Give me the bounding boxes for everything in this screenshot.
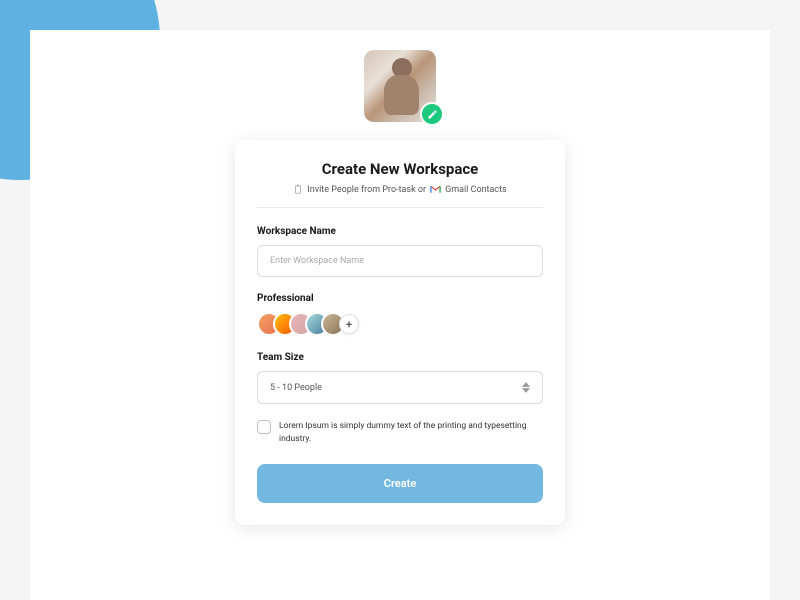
consent-row: Lorem Ipsum is simply dummy text of the … — [257, 420, 543, 446]
create-button[interactable]: Create — [257, 464, 543, 503]
consent-text: Lorem Ipsum is simply dummy text of the … — [279, 420, 543, 446]
member-avatar-stack: + — [257, 312, 543, 336]
team-size-select[interactable]: 5 - 10 People — [257, 371, 543, 404]
chevron-down-icon — [522, 388, 530, 393]
professional-label: Professional — [257, 293, 543, 304]
team-size-label: Team Size — [257, 352, 543, 363]
clipboard-icon — [293, 184, 303, 195]
workspace-name-label: Workspace Name — [257, 226, 543, 237]
card-subtitle: Invite People from Pro-task or Gmail Con… — [257, 184, 543, 208]
professional-group: Professional + — [257, 293, 543, 336]
consent-checkbox[interactable] — [257, 420, 271, 434]
profile-avatar-wrapper — [364, 50, 436, 122]
main-container: Create New Workspace Invite People from … — [0, 0, 800, 525]
subtitle-text-prefix: Invite People from Pro-task or — [307, 185, 426, 195]
pencil-icon — [427, 109, 438, 120]
workspace-name-input[interactable] — [257, 245, 543, 277]
add-member-button[interactable]: + — [339, 314, 359, 334]
subtitle-text-suffix: Gmail Contacts — [445, 185, 507, 195]
team-size-group: Team Size 5 - 10 People — [257, 352, 543, 404]
gmail-icon — [430, 185, 441, 194]
team-size-value: 5 - 10 People — [270, 383, 322, 393]
edit-avatar-button[interactable] — [420, 102, 444, 126]
card-title: Create New Workspace — [257, 160, 543, 178]
stepper-arrows — [522, 382, 530, 393]
workspace-form-card: Create New Workspace Invite People from … — [235, 140, 565, 525]
chevron-up-icon — [522, 382, 530, 387]
workspace-name-group: Workspace Name — [257, 226, 543, 277]
